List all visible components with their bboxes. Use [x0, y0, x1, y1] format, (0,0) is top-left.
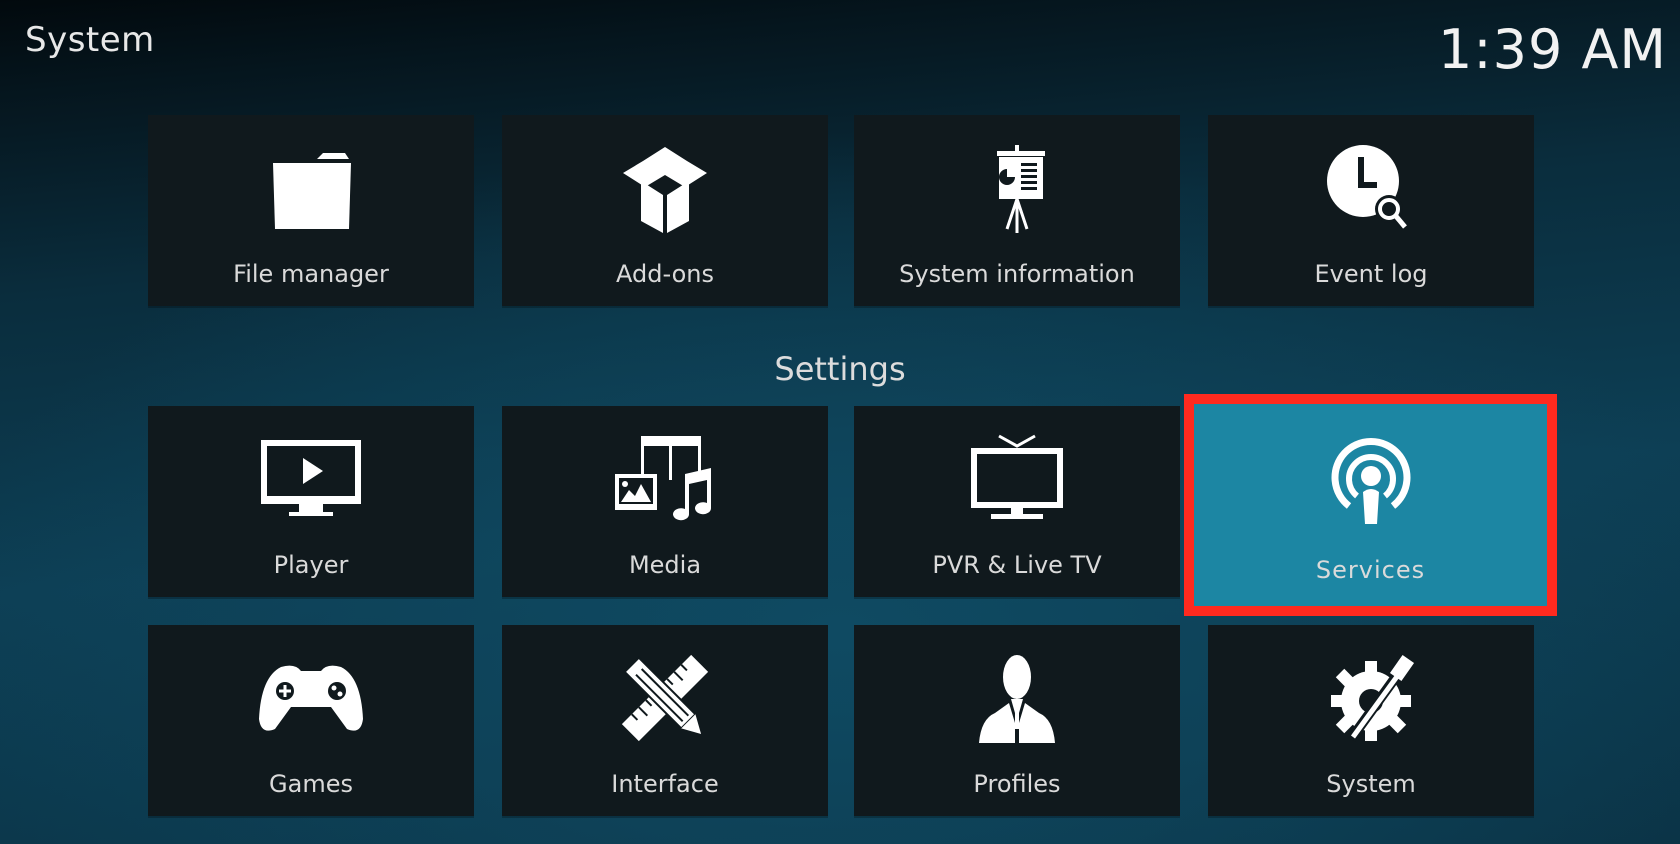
tile-label: Event log: [1314, 260, 1428, 288]
tile-pvr-live-tv[interactable]: PVR & Live TV: [854, 406, 1180, 597]
ruler-pencil-icon: [502, 653, 828, 743]
tile-event-log[interactable]: Event log: [1208, 115, 1534, 306]
tile-media[interactable]: Media: [502, 406, 828, 597]
presentation-easel-icon: [854, 143, 1180, 233]
media-film-music-icon: [502, 434, 828, 524]
tile-label: Add-ons: [616, 260, 714, 288]
tile-interface[interactable]: Interface: [502, 625, 828, 816]
tile-label: PVR & Live TV: [932, 551, 1102, 579]
tv-antenna-icon: [854, 434, 1180, 524]
tile-label: Services: [1315, 556, 1426, 584]
tile-add-ons[interactable]: Add-ons: [502, 115, 828, 306]
tile-label: Player: [273, 551, 349, 579]
clock: 1:39 AM: [1438, 18, 1667, 81]
tile-profiles[interactable]: Profiles: [854, 625, 1180, 816]
open-box-icon: [502, 143, 828, 233]
gear-wrench-icon: [1208, 653, 1534, 743]
tile-label: Profiles: [973, 770, 1061, 798]
tile-label: System: [1326, 770, 1416, 798]
tile-system-information[interactable]: System information: [854, 115, 1180, 306]
broadcast-podcast-icon: [1194, 434, 1547, 524]
tile-label: File manager: [233, 260, 389, 288]
tile-file-manager[interactable]: File manager: [148, 115, 474, 306]
tile-label: Games: [269, 770, 353, 798]
tile-games[interactable]: Games: [148, 625, 474, 816]
gamepad-icon: [148, 653, 474, 743]
person-icon: [854, 653, 1180, 743]
header-title: System: [25, 20, 155, 60]
tile-label: Interface: [611, 770, 719, 798]
tile-label: System information: [899, 260, 1135, 288]
tile-label: Media: [628, 551, 702, 579]
tile-services[interactable]: Services: [1194, 404, 1547, 606]
tile-player[interactable]: Player: [148, 406, 474, 597]
clock-search-icon: [1208, 143, 1534, 233]
folder-icon: [148, 143, 474, 233]
section-heading-settings: Settings: [774, 350, 906, 388]
monitor-play-icon: [148, 434, 474, 524]
tile-system-settings[interactable]: System: [1208, 625, 1534, 816]
